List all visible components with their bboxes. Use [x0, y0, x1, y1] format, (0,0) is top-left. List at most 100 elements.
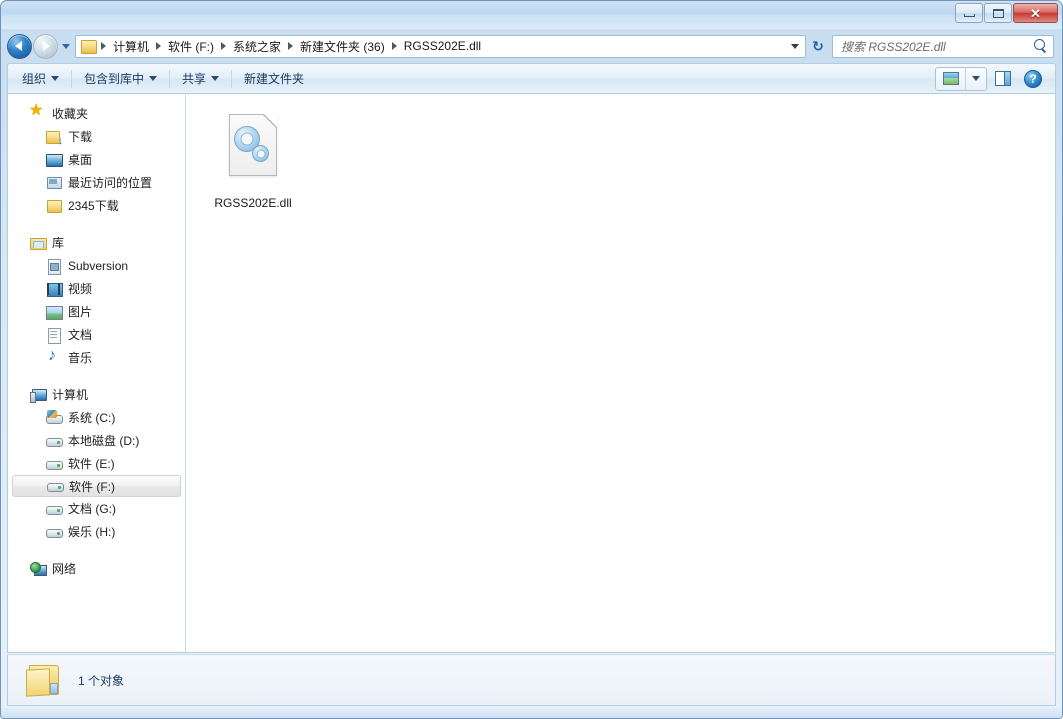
download-folder-icon: [46, 129, 62, 145]
minimize-button[interactable]: [955, 3, 983, 23]
sidebar-item-libraries[interactable]: 库: [8, 231, 185, 254]
sidebar-item-documents[interactable]: 文档: [8, 323, 185, 346]
forward-button[interactable]: [33, 34, 58, 59]
sidebar-label: 收藏夹: [52, 105, 88, 122]
toolbar-separator: [169, 70, 170, 88]
navigation-pane[interactable]: 收藏夹 下载 桌面 最近访问的位置 2345下载: [8, 94, 186, 652]
sidebar-label: 系统 (C:): [68, 409, 115, 426]
video-icon: [46, 281, 62, 297]
computer-icon: [30, 387, 46, 403]
sidebar-item-drive-e[interactable]: 软件 (E:): [8, 452, 185, 475]
sidebar-item-2345-downloads[interactable]: 2345下载: [8, 194, 185, 217]
search-icon: [1033, 38, 1049, 54]
breadcrumb-item-2[interactable]: 系统之家: [229, 36, 285, 57]
drive-icon: [46, 524, 62, 540]
sidebar-item-desktop[interactable]: 桌面: [8, 148, 185, 171]
chevron-down-icon: [211, 76, 219, 81]
sidebar-item-downloads[interactable]: 下载: [8, 125, 185, 148]
document-icon: [46, 327, 62, 343]
page-fold-corner: [264, 114, 277, 127]
sidebar-label: 视频: [68, 280, 92, 297]
chevron-down-icon: [791, 44, 799, 49]
sidebar-label: Subversion: [68, 259, 128, 273]
drive-icon: [46, 433, 62, 449]
close-button[interactable]: ✕: [1013, 3, 1058, 23]
history-dropdown-button[interactable]: [59, 36, 73, 56]
sidebar-item-drive-d[interactable]: 本地磁盘 (D:): [8, 429, 185, 452]
sidebar-item-drive-g[interactable]: 文档 (G:): [8, 497, 185, 520]
library-icon: [30, 235, 46, 251]
sidebar-label: 本地磁盘 (D:): [68, 432, 139, 449]
sidebar-item-pictures[interactable]: 图片: [8, 300, 185, 323]
view-options-group: [935, 67, 987, 91]
sidebar-item-drive-f[interactable]: 软件 (F:): [12, 475, 181, 497]
sidebar-group-libraries: 库 Subversion 视频 图片 文档: [8, 231, 185, 369]
view-dropdown-button[interactable]: [966, 68, 986, 90]
toolbar-organize-label: 组织: [22, 70, 46, 87]
drive-icon: [46, 456, 62, 472]
sidebar-item-videos[interactable]: 视频: [8, 277, 185, 300]
recent-places-icon: [46, 175, 62, 191]
sidebar-label: 网络: [52, 560, 76, 577]
chevron-down-icon: [51, 76, 59, 81]
sidebar-item-computer[interactable]: 计算机: [8, 383, 185, 406]
sidebar-label: 文档 (G:): [68, 500, 116, 517]
change-view-button[interactable]: [936, 68, 966, 90]
title-bar: ✕: [1, 1, 1062, 29]
breadcrumb-separator-icon: [221, 42, 226, 50]
folder-front-shape: [26, 668, 50, 696]
maximize-button[interactable]: [984, 3, 1012, 23]
file-list-pane[interactable]: RGSS202E.dll: [186, 94, 1055, 652]
breadcrumb: 计算机 软件 (F:) 系统之家 新建文件夹 (36) RGSS202E.dll: [98, 36, 787, 57]
toolbar-separator: [71, 70, 72, 88]
sidebar-item-recent-places[interactable]: 最近访问的位置: [8, 171, 185, 194]
arrow-right-icon: [43, 41, 50, 51]
preview-pane-icon: [995, 71, 1011, 86]
back-button[interactable]: [7, 34, 32, 59]
help-button[interactable]: ?: [1019, 67, 1047, 91]
sidebar-label: 桌面: [68, 151, 92, 168]
toolbar-right-group: ?: [935, 67, 1051, 91]
sidebar-label: 文档: [68, 326, 92, 343]
refresh-button[interactable]: ↻: [807, 35, 829, 58]
search-input[interactable]: 搜索 RGSS202E.dll: [832, 35, 1054, 58]
breadcrumb-separator-icon: [156, 42, 161, 50]
desktop-icon: [46, 152, 62, 168]
sidebar-item-favorites[interactable]: 收藏夹: [8, 102, 185, 125]
sidebar-item-music[interactable]: 音乐: [8, 346, 185, 369]
breadcrumb-item-4[interactable]: RGSS202E.dll: [400, 37, 485, 55]
chevron-down-icon: [149, 76, 157, 81]
sidebar-label: 娱乐 (H:): [68, 523, 115, 540]
sidebar-item-subversion[interactable]: Subversion: [8, 254, 185, 277]
breadcrumb-item-0[interactable]: 计算机: [109, 36, 153, 57]
drive-icon: [46, 501, 62, 517]
address-dropdown-button[interactable]: [787, 36, 803, 57]
breadcrumb-item-1[interactable]: 软件 (F:): [164, 36, 218, 57]
minimize-icon: [964, 14, 975, 17]
network-icon: [30, 561, 46, 577]
sidebar-label: 音乐: [68, 349, 92, 366]
sidebar-item-network[interactable]: 网络: [8, 557, 185, 580]
toolbar-share-button[interactable]: 共享: [172, 66, 229, 91]
toolbar-new-folder-button[interactable]: 新建文件夹: [234, 66, 314, 91]
refresh-icon: ↻: [812, 39, 824, 53]
toolbar-include-in-library-button[interactable]: 包含到库中: [74, 66, 167, 91]
sidebar-group-network: 网络: [8, 557, 185, 580]
picture-icon: [46, 304, 62, 320]
explorer-window: ✕ 计算机 软件 (F:) 系统之家: [0, 0, 1063, 719]
file-item[interactable]: RGSS202E.dll: [202, 108, 304, 210]
command-toolbar: 组织 包含到库中 共享 新建文件夹: [7, 63, 1056, 93]
address-bar[interactable]: 计算机 软件 (F:) 系统之家 新建文件夹 (36) RGSS202E.dll: [75, 35, 806, 58]
item-count-label: 1 个对象: [78, 672, 124, 689]
folder-icon: [26, 661, 64, 699]
folder-tab-shape: [50, 683, 58, 694]
preview-pane-button[interactable]: [989, 67, 1017, 91]
breadcrumb-separator-icon: [392, 42, 397, 50]
sidebar-item-drive-h[interactable]: 娱乐 (H:): [8, 520, 185, 543]
sidebar-item-drive-c[interactable]: 系统 (C:): [8, 406, 185, 429]
breadcrumb-item-3[interactable]: 新建文件夹 (36): [296, 36, 389, 57]
system-drive-icon: [46, 410, 62, 426]
toolbar-organize-button[interactable]: 组织: [12, 66, 69, 91]
sidebar-label: 软件 (F:): [69, 478, 115, 495]
sidebar-label: 计算机: [52, 386, 88, 403]
